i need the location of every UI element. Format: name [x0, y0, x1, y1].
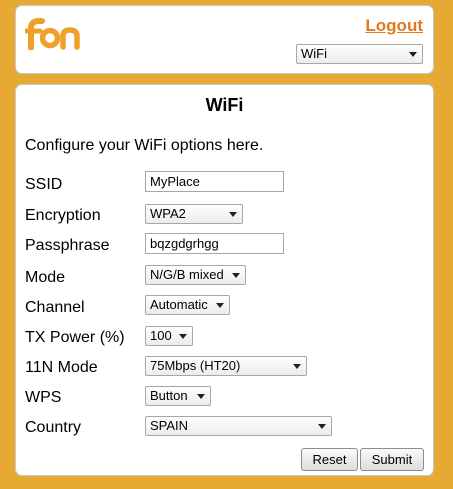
page-select[interactable]: WiFi [296, 44, 423, 64]
submit-button[interactable]: Submit [360, 448, 424, 471]
chevron-down-icon [216, 303, 224, 308]
passphrase-label: Passphrase [25, 237, 110, 254]
reset-button[interactable]: Reset [301, 448, 358, 471]
chevron-down-icon [179, 334, 187, 339]
country-select-value: SPAIN [150, 418, 189, 433]
mode-select-value: N/G/B mixed [150, 267, 224, 282]
channel-select-value: Automatic [150, 297, 208, 312]
chevron-down-icon [318, 424, 326, 429]
encryption-label: Encryption [25, 207, 101, 224]
country-label: Country [25, 419, 82, 436]
wifi-settings-panel: WiFi Configure your WiFi options here. S… [15, 84, 434, 476]
wps-select[interactable]: Button [145, 386, 211, 406]
n-mode-label: 11N Mode [25, 359, 98, 376]
ssid-input[interactable]: MyPlace [145, 171, 284, 192]
encryption-select-value: WPA2 [150, 206, 186, 221]
page-title: WiFi [205, 95, 244, 115]
chevron-down-icon [229, 212, 237, 217]
wps-label: WPS [25, 389, 62, 406]
country-select[interactable]: SPAIN [145, 416, 332, 436]
tx-power-select[interactable]: 100 [145, 326, 193, 346]
passphrase-input[interactable]: bqzgdgrhgg [145, 233, 284, 254]
chevron-down-icon [197, 394, 205, 399]
header-panel: Logout WiFi [15, 5, 434, 74]
channel-select[interactable]: Automatic [145, 295, 230, 315]
fon-logo [25, 18, 80, 50]
wps-select-value: Button [150, 388, 188, 403]
intro-text: Configure your WiFi options here. [25, 137, 264, 154]
page-select-value: WiFi [301, 46, 327, 61]
tx-power-label: TX Power (%) [25, 329, 125, 346]
logout-link[interactable]: Logout [365, 16, 423, 36]
mode-label: Mode [25, 269, 66, 286]
encryption-select[interactable]: WPA2 [145, 204, 243, 224]
mode-select[interactable]: N/G/B mixed [145, 265, 246, 285]
tx-power-select-value: 100 [150, 328, 172, 343]
ssid-label: SSID [25, 176, 63, 193]
n-mode-select-value: 75Mbps (HT20) [150, 358, 241, 373]
chevron-down-icon [293, 364, 301, 369]
chevron-down-icon [409, 52, 417, 57]
chevron-down-icon [232, 273, 240, 278]
channel-label: Channel [25, 299, 85, 316]
n-mode-select[interactable]: 75Mbps (HT20) [145, 356, 307, 376]
